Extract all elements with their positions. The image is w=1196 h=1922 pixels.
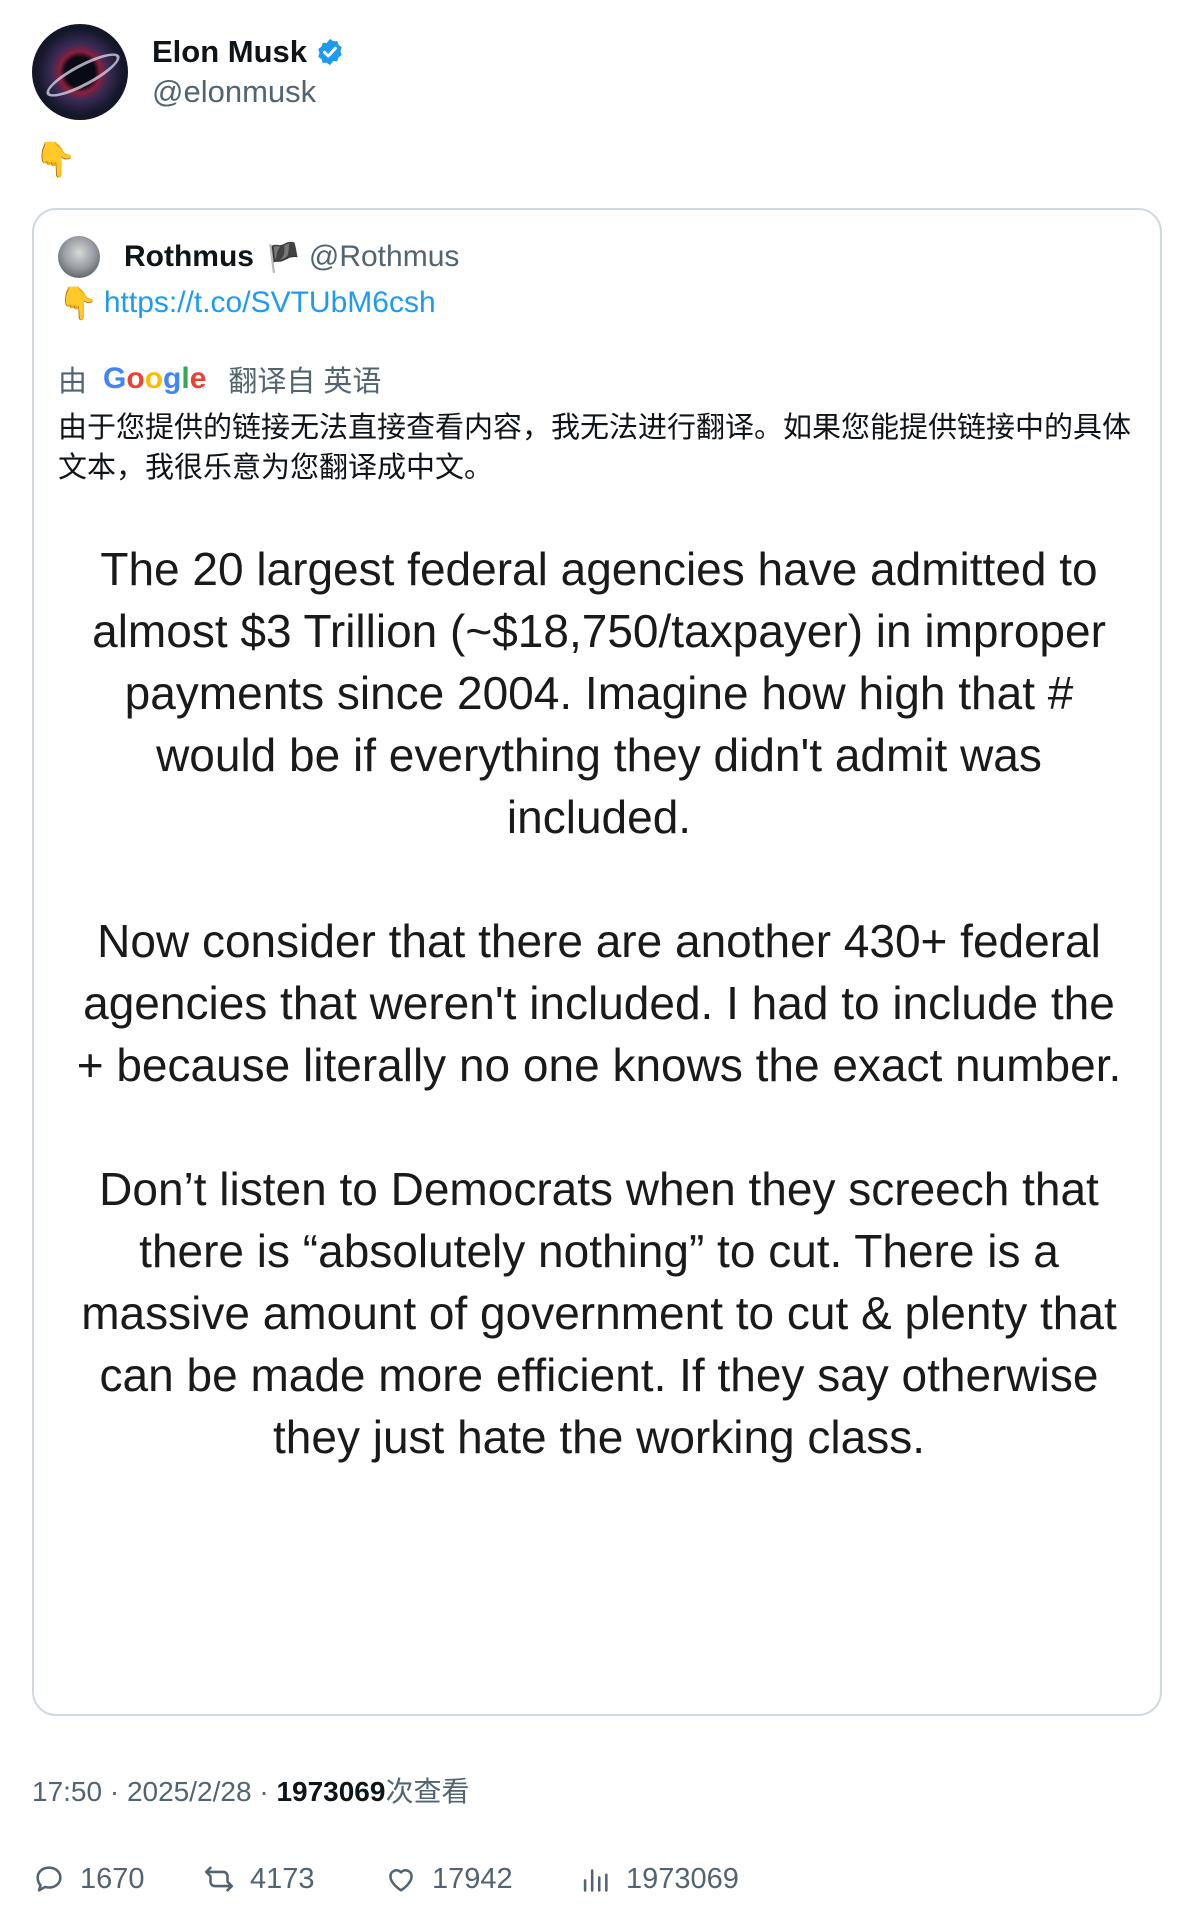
tweet-header: Elon Musk @elonmusk xyxy=(32,24,345,120)
like-count: 17942 xyxy=(432,1862,513,1895)
like-button[interactable]: 17942 xyxy=(384,1862,513,1896)
quoted-text-row: 👇 https://t.co/SVTUbM6csh xyxy=(58,284,436,322)
author-handle[interactable]: @elonmusk xyxy=(152,74,345,110)
tweet-text: 👇 xyxy=(34,141,77,179)
views-count: 1973069 xyxy=(626,1862,739,1895)
display-name-row: Elon Musk xyxy=(152,34,345,70)
reply-icon xyxy=(36,1866,62,1892)
tweet-time[interactable]: 17:50 xyxy=(32,1776,102,1807)
google-logo-icon: Google xyxy=(103,362,207,395)
image-paragraph-1: The 20 largest federal agencies have adm… xyxy=(92,543,1106,843)
author-names: Elon Musk @elonmusk xyxy=(152,34,345,110)
quoted-image[interactable]: The 20 largest federal agencies have adm… xyxy=(74,538,1124,1468)
views-button[interactable]: 1973069 xyxy=(578,1862,739,1896)
image-paragraph-3: Don’t listen to Democrats when they scre… xyxy=(81,1163,1117,1463)
flag-icon: 🏴 xyxy=(266,241,301,273)
translate-suffix: 翻译自 英语 xyxy=(228,366,382,398)
retweet-button[interactable]: 4173 xyxy=(202,1862,315,1896)
verified-badge-icon xyxy=(318,38,342,66)
translated-text: 由于您提供的链接无法直接查看内容，我无法进行翻译。如果您能提供链接中的具体文本，… xyxy=(58,412,1132,484)
view-count-suffix: 次查看 xyxy=(385,1776,470,1807)
quoted-avatar[interactable] xyxy=(58,236,100,278)
quoted-handle[interactable]: @Rothmus xyxy=(309,240,460,274)
tweet-date[interactable]: 2025/2/28 xyxy=(127,1776,252,1807)
action-bar: 1670 4173 17942 1973069 xyxy=(32,1862,1162,1902)
quoted-link[interactable]: https://t.co/SVTUbM6csh xyxy=(104,286,436,320)
quoted-display-name[interactable]: Rothmus xyxy=(124,240,254,274)
reply-button[interactable]: 1670 xyxy=(32,1862,145,1896)
retweet-icon xyxy=(204,1866,234,1892)
translation-attribution: 由 Google 翻译自 英语 xyxy=(58,358,381,400)
reply-count: 1670 xyxy=(80,1862,145,1895)
meta-separator: · xyxy=(109,1776,127,1807)
quoted-header: Rothmus 🏴 @Rothmus xyxy=(58,236,459,278)
pointing-down-icon: 👇 xyxy=(58,285,98,321)
meta-separator: · xyxy=(259,1776,277,1807)
translate-prefix: 由 xyxy=(58,366,88,398)
retweet-count: 4173 xyxy=(250,1862,315,1895)
image-paragraph-2: Now consider that there are another 430+… xyxy=(76,915,1122,1091)
bar-chart-icon xyxy=(583,1869,608,1892)
author-display-name[interactable]: Elon Musk xyxy=(152,34,307,70)
author-avatar[interactable] xyxy=(32,24,128,120)
tweet-meta: 17:50 · 2025/2/28 · 1973069次查看 xyxy=(32,1770,469,1810)
quoted-tweet-card[interactable]: Rothmus 🏴 @Rothmus 👇 https://t.co/SVTUbM… xyxy=(32,208,1162,1716)
view-count: 1973069 xyxy=(276,1776,386,1807)
heart-icon xyxy=(389,1869,413,1892)
